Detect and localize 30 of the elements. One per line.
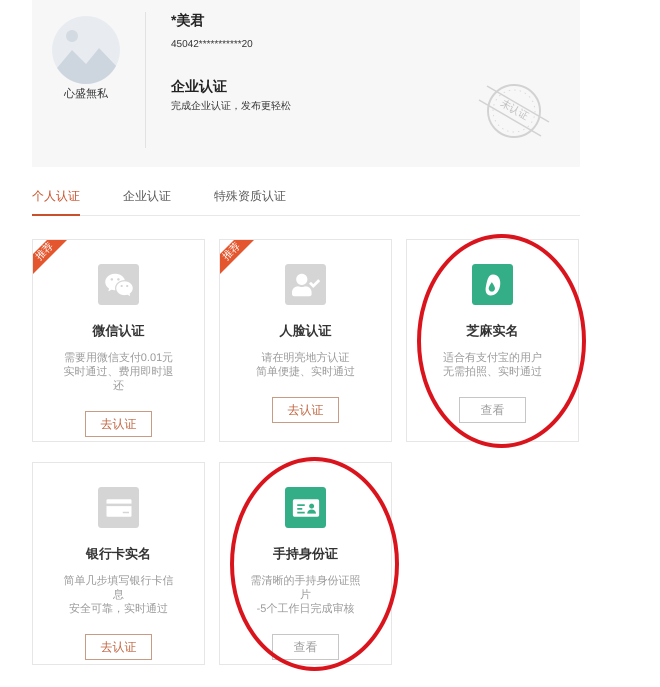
- verify-button[interactable]: 去认证: [272, 397, 339, 423]
- description-line: 无需拍照、实时通过: [443, 365, 542, 379]
- id-number: 45042***********20: [171, 38, 253, 51]
- recommend-ribbon: 推荐: [220, 240, 254, 274]
- tab[interactable]: 个人认证: [32, 188, 80, 216]
- view-button[interactable]: 查看: [272, 634, 339, 660]
- card-title: 芝麻实名: [466, 323, 518, 339]
- avatar-caption: 心盛無私: [64, 87, 108, 101]
- description-line: 需要用微信支付0.01元: [64, 351, 174, 365]
- description-line: 适合有支付宝的用户: [443, 351, 542, 365]
- verify-button[interactable]: 去认证: [85, 634, 152, 660]
- tab[interactable]: 特殊资质认证: [214, 188, 286, 216]
- user-name: *美君: [171, 11, 204, 29]
- card-title: 银行卡实名: [86, 546, 151, 562]
- description-line: -5个工作日完成审核: [256, 602, 354, 616]
- description-line: 请在明亮地方认证: [262, 351, 350, 365]
- verify-button[interactable]: 去认证: [85, 411, 152, 437]
- section-title: 企业认证: [171, 77, 227, 95]
- view-button[interactable]: 查看: [459, 397, 526, 423]
- description-line: 实时通过、费用即时退还: [62, 365, 174, 393]
- card-title: 手持身份证: [273, 546, 338, 562]
- description-line: 安全可靠，实时通过: [69, 602, 168, 616]
- recommend-ribbon: 推荐: [33, 240, 67, 274]
- card-title: 微信认证: [92, 323, 144, 339]
- description-line: 需清晰的手持身份证照片: [250, 574, 362, 602]
- description-line: 简单便捷、实时通过: [256, 365, 355, 379]
- card-title: 人脸认证: [280, 323, 332, 339]
- tab[interactable]: 企业认证: [123, 188, 171, 216]
- description-line: 简单几步填写银行卡信息: [62, 574, 174, 602]
- section-subtitle: 完成企业认证，发布更轻松: [171, 100, 291, 113]
